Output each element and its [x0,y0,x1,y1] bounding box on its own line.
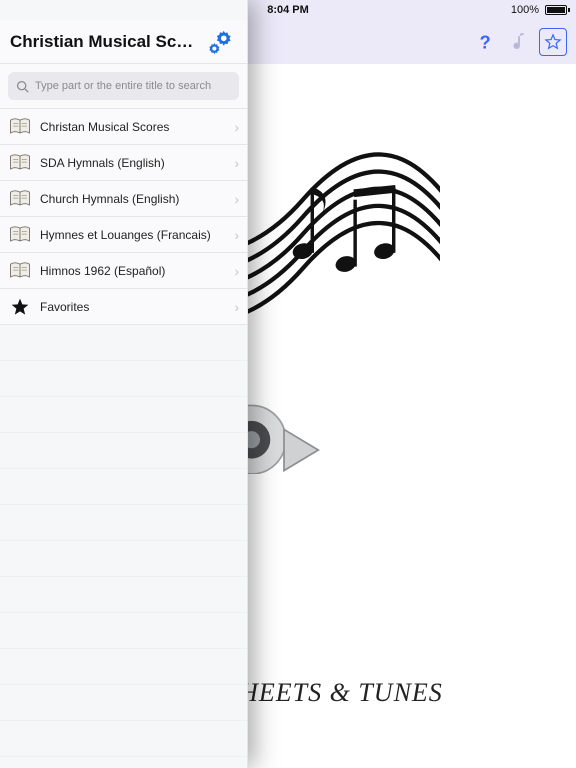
chevron-right-icon: › [234,119,239,135]
sidebar-item-scores[interactable]: Christan Musical Scores › [0,109,247,145]
gears-icon [205,27,235,57]
list-item [0,505,247,541]
book-icon [8,151,32,175]
settings-button[interactable] [203,25,237,59]
sidebar-item-label: Church Hymnals (English) [40,192,234,206]
sidebar: Christian Musical Score... Type part or … [0,0,248,768]
list-item [0,469,247,505]
list-item [0,541,247,577]
sidebar-list[interactable]: Christan Musical Scores › SDA Hymnals (E… [0,109,247,768]
sidebar-item-label: SDA Hymnals (English) [40,156,234,170]
search-icon [16,80,29,93]
list-item [0,361,247,397]
sidebar-item-label: Favorites [40,300,234,314]
help-icon: ? [474,31,496,53]
chevron-right-icon: › [234,155,239,171]
star-outline-icon [544,33,562,51]
list-item [0,577,247,613]
sidebar-item-label: Himnos 1962 (Español) [40,264,234,278]
search-wrap: Type part or the entire title to search [0,64,247,109]
list-item [0,613,247,649]
list-item [0,721,247,757]
svg-text:?: ? [480,31,491,52]
favorite-button[interactable] [538,27,568,57]
book-icon [8,115,32,139]
music-note-button[interactable] [504,27,534,57]
chevron-right-icon: › [234,263,239,279]
book-icon [8,187,32,211]
book-icon [8,223,32,247]
sidebar-item-favorites[interactable]: Favorites › [0,289,247,325]
play-icon [284,429,318,470]
battery-pct-label: 100% [511,4,539,16]
status-right: 100% [511,4,570,16]
sidebar-item-himnos[interactable]: Himnos 1962 (Español) › [0,253,247,289]
sidebar-nav: Christian Musical Score... [0,20,247,64]
sidebar-item-hymnes[interactable]: Hymnes et Louanges (Francais) › [0,217,247,253]
star-icon [8,295,32,319]
book-icon [8,259,32,283]
sidebar-item-label: Hymnes et Louanges (Francais) [40,228,234,242]
sidebar-item-church[interactable]: Church Hymnals (English) › [0,181,247,217]
help-button[interactable]: ? [470,27,500,57]
chevron-right-icon: › [234,299,239,315]
chevron-right-icon: › [234,227,239,243]
battery-icon [543,5,570,15]
list-item [0,685,247,721]
search-placeholder: Type part or the entire title to search [35,80,211,92]
chevron-right-icon: › [234,191,239,207]
search-input[interactable]: Type part or the entire title to search [8,72,239,100]
sidebar-item-label: Christan Musical Scores [40,120,234,134]
list-item [0,433,247,469]
music-note-icon [509,31,529,53]
list-item [0,649,247,685]
list-item [0,397,247,433]
sidebar-title: Christian Musical Score... [10,32,198,52]
sidebar-item-sda[interactable]: SDA Hymnals (English) › [0,145,247,181]
list-item [0,325,247,361]
